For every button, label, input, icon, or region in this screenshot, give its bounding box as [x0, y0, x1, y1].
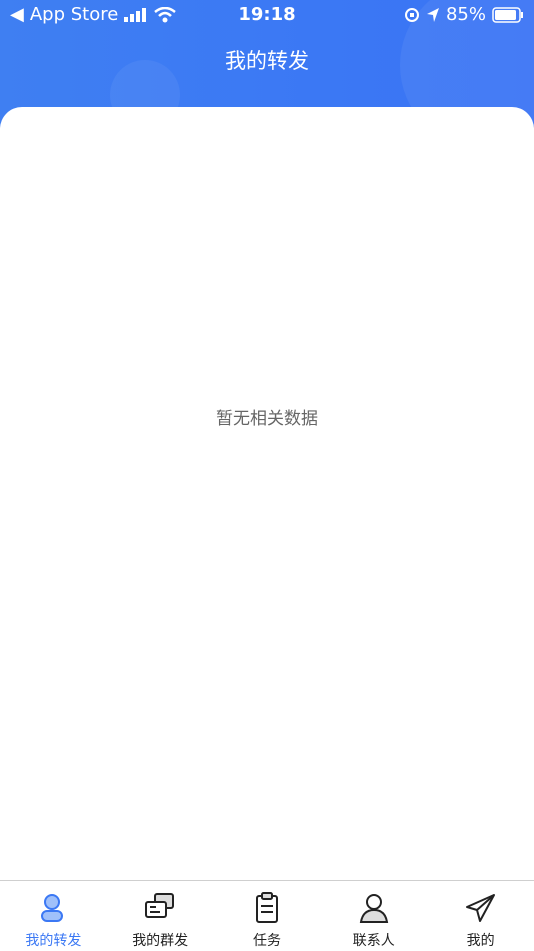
tab-label: 联系人 — [352, 933, 395, 949]
tab-contacts[interactable]: 联系人 — [320, 881, 427, 951]
status-right: 85% — [404, 4, 524, 25]
orientation-lock-icon — [404, 7, 419, 22]
empty-state-text: 暂无相关数据 — [216, 409, 318, 429]
page-title: 我的转发 — [225, 49, 309, 73]
tab-label: 我的转发 — [25, 933, 82, 949]
paper-plane-icon — [465, 894, 495, 922]
tab-my-forward[interactable]: 我的转发 — [0, 881, 107, 951]
status-bar: ◀ App Store 19:18 85% — [0, 0, 534, 32]
content-area — [0, 107, 534, 880]
location-icon — [426, 7, 439, 22]
chat-cards-icon — [145, 893, 175, 918]
tab-label: 我的 — [466, 933, 495, 949]
contact-person-icon — [359, 894, 388, 923]
tab-label: 我的群发 — [132, 933, 189, 949]
tab-bar: 我的转发 我的群发 任务 联系人 我的 — [0, 880, 534, 951]
tab-tasks[interactable]: 任务 — [214, 881, 321, 951]
tab-my-broadcast[interactable]: 我的群发 — [107, 881, 214, 951]
user-forward-icon — [41, 894, 64, 922]
battery-icon — [492, 6, 523, 23]
tab-label: 任务 — [252, 933, 281, 949]
battery-percent: 85% — [445, 4, 486, 25]
tab-mine[interactable]: 我的 — [427, 881, 534, 951]
clipboard-icon — [255, 892, 278, 923]
